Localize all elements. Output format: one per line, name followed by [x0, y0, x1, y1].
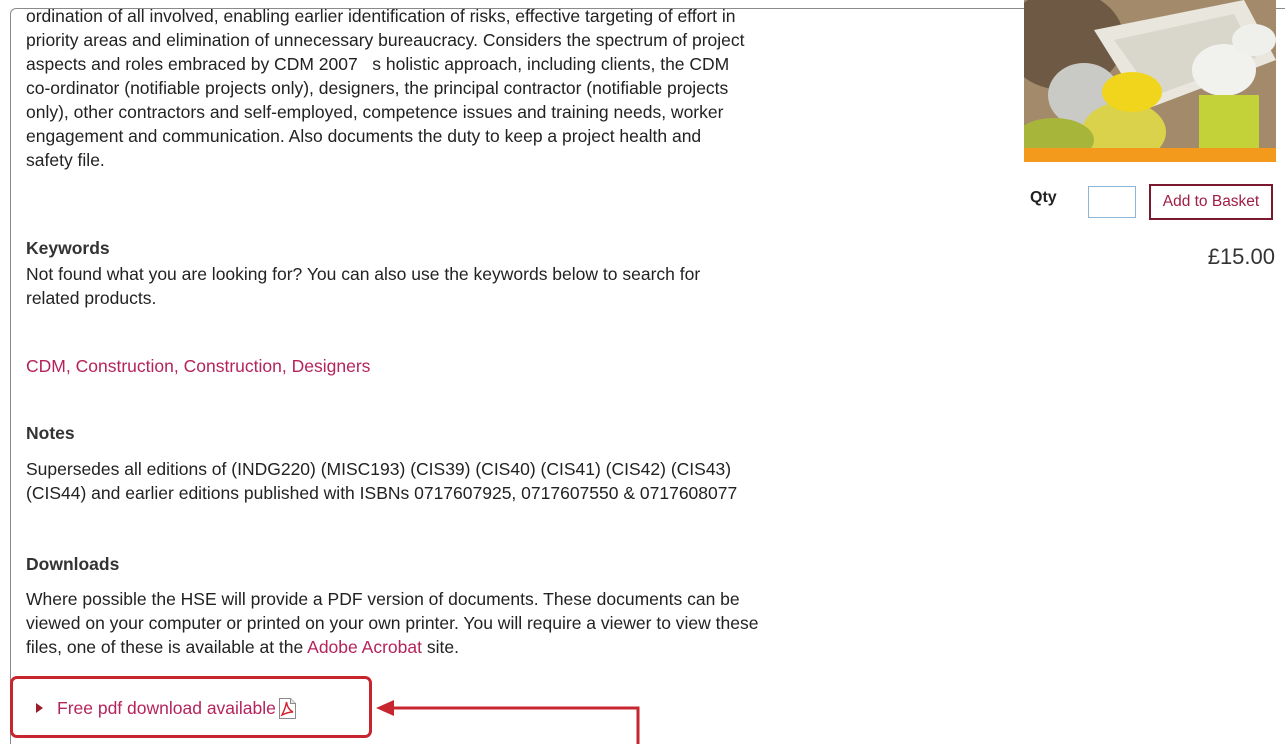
- product-description: ordination of all involved, enabling ear…: [26, 6, 745, 170]
- price: £15.00: [1207, 244, 1275, 269]
- keyword-link-construction-2[interactable]: Construction: [184, 356, 282, 376]
- notes-text: Supersedes all editions of (INDG220) (MI…: [26, 459, 738, 503]
- keyword-link-designers[interactable]: Designers: [292, 356, 371, 376]
- adobe-acrobat-link[interactable]: Adobe Acrobat: [307, 637, 422, 657]
- book-cover-image: [1024, 0, 1276, 162]
- expand-triangle-icon: [36, 703, 43, 713]
- keyword-separator: ,: [281, 356, 287, 376]
- keyword-links: CDM, Construction, Construction, Designe…: [26, 354, 370, 378]
- notes-heading: Notes: [26, 423, 75, 443]
- keyword-link-construction[interactable]: Construction: [76, 356, 174, 376]
- pdf-download-row[interactable]: Free pdf download available: [36, 696, 297, 720]
- pdf-download-link[interactable]: Free pdf download available: [57, 696, 276, 720]
- downloads-text: Where possible the HSE will provide a PD…: [26, 587, 946, 659]
- keywords-text: Not found what you are looking for? You …: [26, 264, 701, 308]
- add-to-basket-button[interactable]: Add to Basket: [1149, 184, 1273, 220]
- qty-label: Qty: [1030, 189, 1057, 206]
- downloads-text-after: site.: [421, 637, 459, 657]
- annotation-arrow: [376, 700, 640, 744]
- keyword-separator: ,: [65, 356, 71, 376]
- downloads-heading: Downloads: [26, 554, 120, 574]
- qty-input[interactable]: [1088, 186, 1136, 218]
- keyword-link-cdm[interactable]: CDM: [26, 356, 66, 376]
- keyword-separator: ,: [173, 356, 179, 376]
- pdf-icon[interactable]: [278, 697, 297, 719]
- keywords-heading: Keywords: [26, 238, 110, 258]
